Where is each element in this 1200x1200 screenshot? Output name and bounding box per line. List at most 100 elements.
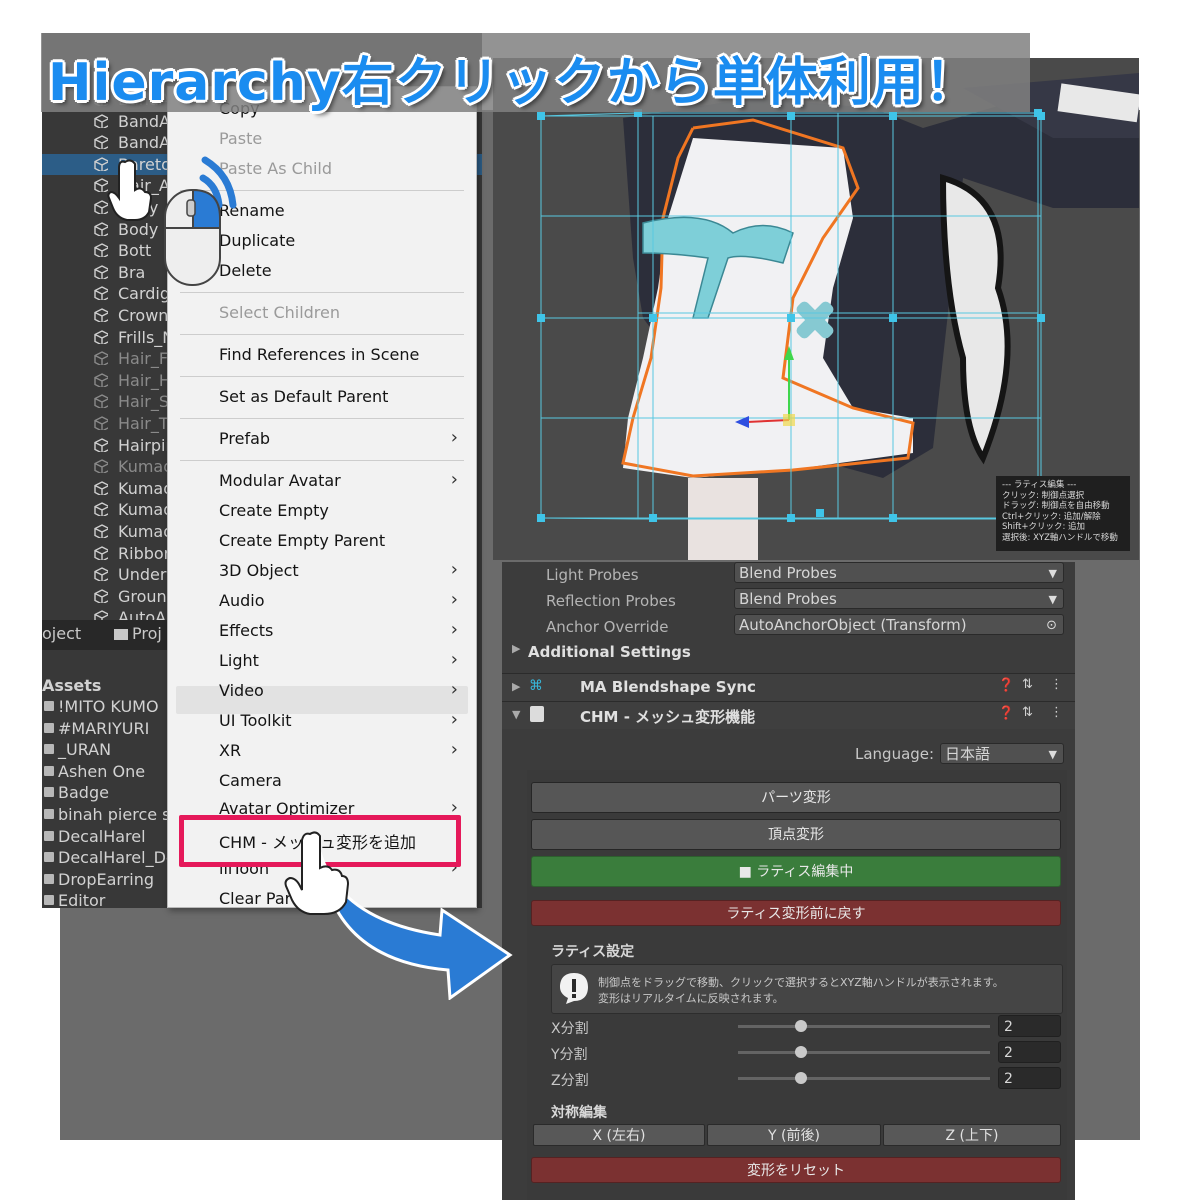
menu-item-paste[interactable]: Paste xyxy=(219,129,262,148)
y-division-field[interactable]: 2 xyxy=(998,1041,1061,1063)
lattice-revert-button[interactable]: ラティス変形前に戻す xyxy=(531,900,1061,926)
symmetry-y-button[interactable]: Y (前後) xyxy=(707,1124,881,1146)
foldout-arrow-down-icon[interactable]: ▼ xyxy=(512,708,520,721)
hierarchy-item-label: Kumad xyxy=(118,457,174,477)
z-division-label: Z分割 xyxy=(551,1073,589,1089)
gameobject-cube-icon xyxy=(94,373,108,387)
ma-blendshape-sync-title: MA Blendshape Sync xyxy=(580,678,756,696)
z-division-slider-handle[interactable] xyxy=(795,1072,807,1084)
folder-icon xyxy=(44,852,54,863)
kebab-menu-icon[interactable]: ⋮ xyxy=(1050,677,1063,692)
caret-down-icon: ▼ xyxy=(1048,567,1057,580)
foldout-arrow-icon[interactable]: ▶ xyxy=(512,642,520,655)
menu-item-find-references-in-scene[interactable]: Find References in Scene xyxy=(219,345,419,364)
vertex-deform-button[interactable]: 頂点変形 xyxy=(531,819,1061,850)
light-probes-dropdown[interactable]: Blend Probes ▼ xyxy=(734,562,1064,583)
chevron-right-icon: › xyxy=(450,739,458,760)
symmetry-x-button[interactable]: X (左右) xyxy=(533,1124,705,1146)
language-value: 日本語 xyxy=(945,745,991,763)
gameobject-cube-icon xyxy=(94,113,108,128)
hierarchy-item-label: Under xyxy=(118,565,167,585)
parts-deform-button[interactable]: パーツ変形 xyxy=(531,782,1061,813)
additional-settings-foldout[interactable]: Additional Settings xyxy=(528,643,691,661)
caret-down-icon: ▼ xyxy=(1048,748,1057,761)
menu-item-light[interactable]: Light xyxy=(219,651,259,670)
symmetry-z-button[interactable]: Z (上下) xyxy=(883,1124,1061,1146)
chevron-right-icon: › xyxy=(450,649,458,670)
menu-separator xyxy=(180,418,464,419)
menu-item-xr[interactable]: XR xyxy=(219,741,241,760)
folder-icon xyxy=(44,809,54,819)
assets-header-label: Assets xyxy=(42,676,102,695)
menu-item-create-empty-parent[interactable]: Create Empty Parent xyxy=(219,531,385,550)
help-text-line2: 変形はリアルタイムに反映されます。 xyxy=(598,992,784,1005)
z-division-slider[interactable] xyxy=(738,1077,990,1080)
foldout-arrow-icon[interactable]: ▶ xyxy=(512,680,520,693)
menu-item-set-as-default-parent[interactable]: Set as Default Parent xyxy=(219,387,388,406)
folder-icon xyxy=(44,765,54,776)
hierarchy-item-label: Hair_S xyxy=(118,392,170,412)
scene-help-line: Ctrl+クリック: 追加/解除 xyxy=(1002,511,1101,522)
hierarchy-item-label: Kumad xyxy=(118,478,174,498)
preset-icon[interactable]: ⇅ xyxy=(1022,677,1033,692)
asset-folder-label: DropEarring xyxy=(58,869,155,889)
menu-separator xyxy=(180,460,464,461)
scene-help-line: Shift+クリック: 追加 xyxy=(1002,522,1086,532)
gameobject-cube-icon xyxy=(94,308,108,322)
symmetry-title: 対称編集 xyxy=(551,1105,607,1121)
x-division-label: X分割 xyxy=(551,1021,589,1037)
object-picker-icon[interactable]: ⊙ xyxy=(1046,615,1057,636)
menu-item-select-children[interactable]: Select Children xyxy=(219,303,340,322)
gameobject-cube-icon xyxy=(94,567,108,582)
y-division-label: Y分割 xyxy=(551,1047,588,1063)
asset-folder-label: Editor xyxy=(58,891,106,911)
help-icon[interactable]: ❓ xyxy=(998,678,1014,693)
menu-item-prefab[interactable]: Prefab xyxy=(219,429,270,448)
hierarchy-item-label: Crown xyxy=(118,306,169,325)
menu-item-ui-toolkit[interactable]: UI Toolkit xyxy=(219,711,292,730)
gameobject-cube-icon xyxy=(94,459,108,474)
tab-project-browser[interactable]: oject xyxy=(42,624,81,643)
folder-icon xyxy=(44,873,54,884)
menu-item-modular-avatar[interactable]: Modular Avatar xyxy=(219,471,341,490)
reflection-probes-dropdown[interactable]: Blend Probes ▼ xyxy=(734,588,1064,609)
scene-help-line: クリック: 制御点選択 xyxy=(1002,490,1085,501)
x-division-slider-handle[interactable] xyxy=(795,1020,807,1032)
menu-item-effects[interactable]: Effects xyxy=(219,621,273,640)
folder-icon xyxy=(44,787,54,798)
asset-folder-label: Badge xyxy=(58,783,109,803)
reset-deform-button[interactable]: 変形をリセット xyxy=(531,1157,1061,1183)
help-icon[interactable]: ❓ xyxy=(998,706,1014,721)
preset-icon[interactable]: ⇅ xyxy=(1022,705,1033,720)
x-division-slider[interactable] xyxy=(738,1025,990,1028)
chevron-right-icon: › xyxy=(450,469,458,490)
y-division-slider[interactable] xyxy=(738,1051,990,1054)
ma-blendshape-sync-header[interactable]: ▶ ⌘ MA Blendshape Sync ❓ ⇅ ⋮ xyxy=(502,673,1075,701)
lattice-editing-button[interactable]: ■ ラティス編集中 xyxy=(531,856,1061,887)
menu-item-camera[interactable]: Camera xyxy=(219,771,282,790)
chevron-right-icon: › xyxy=(450,709,458,730)
chm-component-header[interactable]: ▼ CHM - メッシュ変形機能 ❓ ⇅ ⋮ xyxy=(502,701,1075,729)
anchor-override-field[interactable]: AutoAnchorObject (Transform) ⊙ xyxy=(734,614,1064,635)
tab-project[interactable]: Proj xyxy=(114,624,162,643)
gameobject-cube-icon xyxy=(94,502,108,517)
chevron-right-icon: › xyxy=(450,589,458,610)
menu-item-create-empty[interactable]: Create Empty xyxy=(219,501,329,520)
menu-item-3d-object[interactable]: 3D Object xyxy=(219,561,299,580)
chevron-right-icon: › xyxy=(450,619,458,640)
gameobject-cube-icon xyxy=(94,135,108,150)
y-division-slider-handle[interactable] xyxy=(795,1046,807,1058)
language-dropdown[interactable]: 日本語 ▼ xyxy=(940,743,1064,764)
asset-folder-label: DecalHarel_De xyxy=(58,848,176,868)
hierarchy-item-label: Hair_F xyxy=(118,349,169,369)
light-probes-value: Blend Probes xyxy=(739,564,837,582)
component-icon: ⌘ xyxy=(529,678,543,694)
gameobject-cube-icon xyxy=(94,545,108,560)
z-division-field[interactable]: 2 xyxy=(998,1067,1061,1089)
help-text-line1: 制御点をドラッグで移動、クリックで選択するとXYZ軸ハンドルが表示されます。 xyxy=(598,976,1004,989)
chevron-right-icon: › xyxy=(450,679,458,700)
menu-item-video[interactable]: Video xyxy=(219,681,264,700)
x-division-field[interactable]: 2 xyxy=(998,1015,1061,1037)
menu-item-audio[interactable]: Audio xyxy=(219,591,264,610)
kebab-menu-icon[interactable]: ⋮ xyxy=(1050,705,1063,720)
